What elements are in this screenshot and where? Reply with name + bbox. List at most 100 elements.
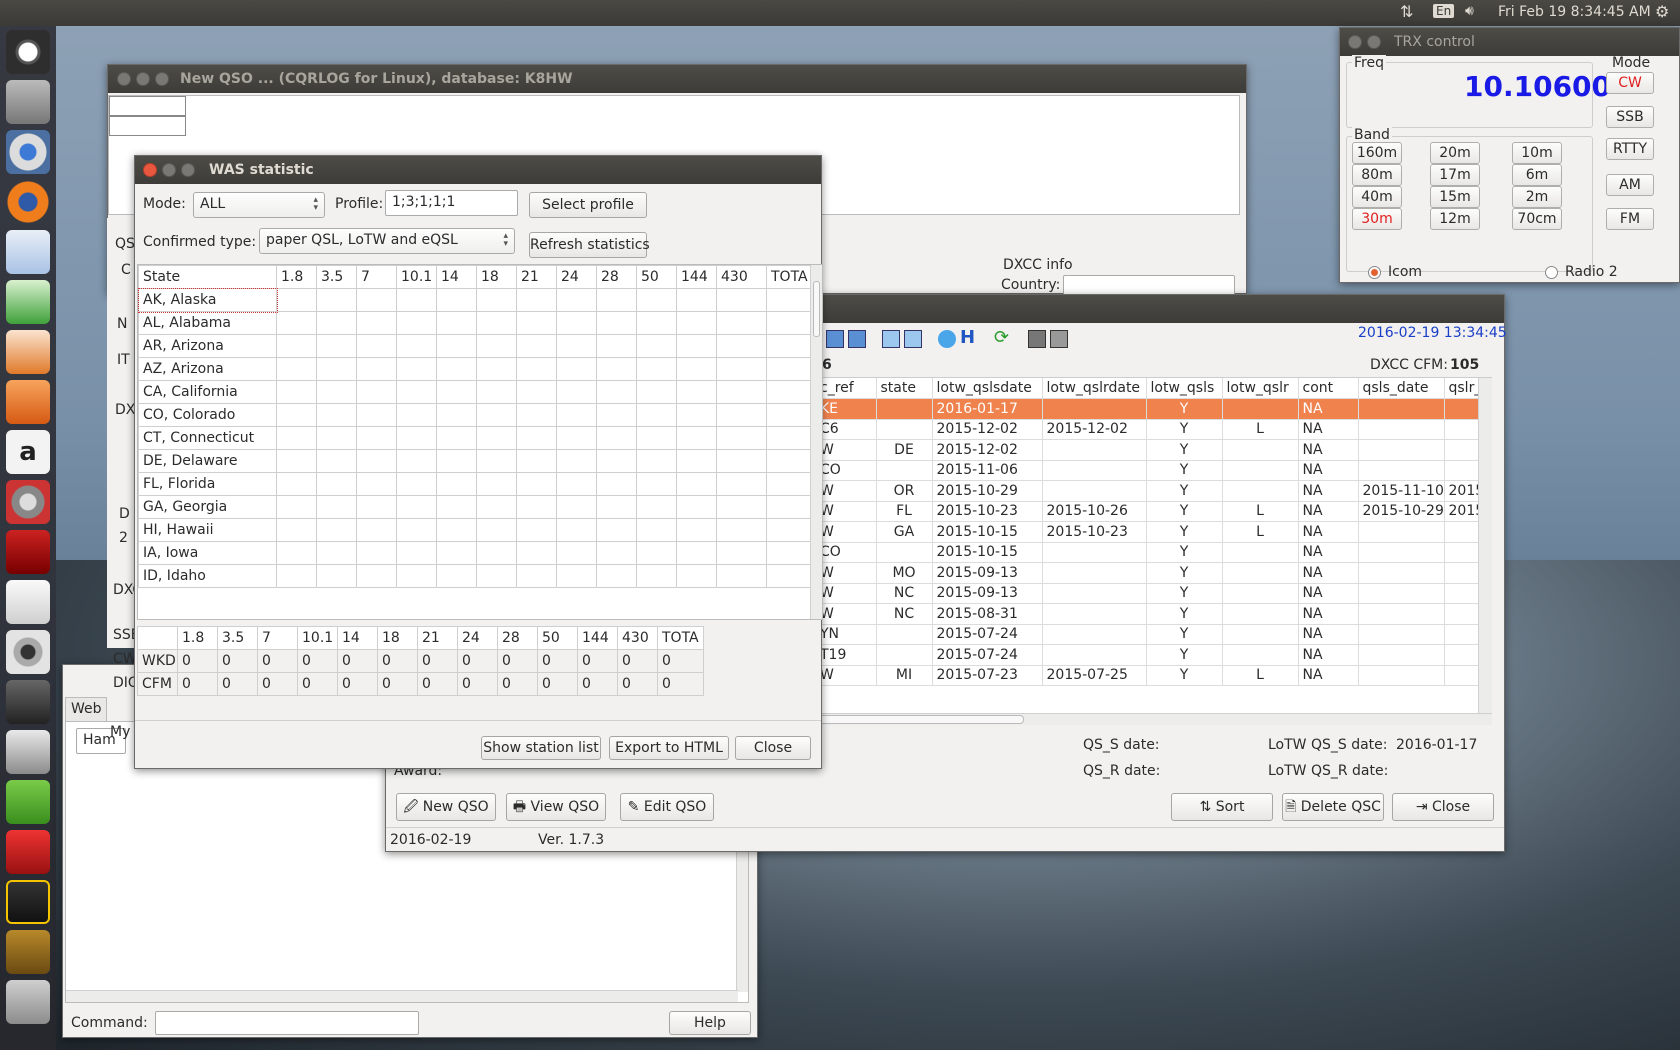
band-cell[interactable] [436, 403, 477, 427]
band-cell[interactable] [276, 357, 317, 381]
band-cell[interactable] [556, 495, 597, 519]
band-cell[interactable] [676, 288, 717, 312]
band-cell[interactable] [316, 357, 357, 381]
table-cell[interactable]: DE [876, 439, 933, 461]
table-cell[interactable]: NA [1298, 419, 1359, 440]
table-row[interactable]: IA, Iowa [138, 541, 811, 565]
band-button-30m[interactable]: 30m [1352, 208, 1402, 230]
band-cell[interactable] [436, 380, 477, 404]
table-cell[interactable]: 2016-01-17 [932, 398, 1043, 420]
table-row[interactable]: HI, Hawaii [138, 518, 811, 542]
table-cell[interactable] [876, 460, 933, 481]
table-row[interactable]: W MO 2015-09-13 Y NA [816, 562, 1492, 584]
drive-icon[interactable] [6, 980, 50, 1024]
band-cell[interactable] [516, 288, 557, 312]
maximize-icon[interactable] [181, 163, 195, 177]
table-cell[interactable]: 2015-09-13 [932, 562, 1043, 584]
band-cell[interactable] [356, 495, 397, 519]
band-cell[interactable] [276, 311, 317, 335]
table-cell[interactable]: GA [876, 521, 933, 543]
table-cell[interactable] [876, 644, 933, 666]
band-cell[interactable] [356, 472, 397, 496]
col-header-band[interactable]: 50 [636, 265, 677, 289]
band-cell[interactable] [766, 380, 811, 404]
cqrlog-icon[interactable] [6, 830, 50, 874]
band-button-12m[interactable]: 12m [1430, 208, 1480, 230]
band-cell[interactable] [716, 472, 767, 496]
band-cell[interactable] [476, 541, 517, 565]
keyboard-layout-indicator[interactable]: En [1433, 4, 1455, 18]
table-cell[interactable] [1222, 603, 1299, 625]
band-cell[interactable] [596, 288, 637, 312]
network-icon[interactable]: ⇅ [1400, 2, 1413, 21]
table-cell[interactable]: KE [816, 398, 877, 420]
impress-icon[interactable] [6, 330, 50, 374]
table-row[interactable]: CA, California [138, 380, 811, 404]
system-settings-icon[interactable] [6, 480, 50, 524]
band-cell[interactable] [516, 403, 557, 427]
band-cell[interactable] [596, 334, 637, 358]
band-cell[interactable] [596, 495, 637, 519]
band-cell[interactable] [636, 357, 677, 381]
band-cell[interactable] [396, 564, 437, 588]
band-cell[interactable] [436, 518, 477, 542]
col-header-c-ref[interactable]: c_ref [816, 378, 877, 399]
band-cell[interactable] [556, 541, 597, 565]
band-cell[interactable] [436, 357, 477, 381]
band-cell[interactable] [596, 541, 637, 565]
table-cell[interactable] [1358, 460, 1445, 481]
radio-2[interactable]: Radio 2 [1545, 264, 1665, 282]
mode-button-rtty[interactable]: RTTY [1606, 138, 1654, 160]
band-cell[interactable] [396, 472, 437, 496]
band-cell[interactable] [356, 426, 397, 450]
state-cell[interactable]: CT, Connecticut [138, 426, 277, 450]
band-cell[interactable] [436, 449, 477, 473]
band-cell[interactable] [316, 288, 357, 312]
table-cell[interactable]: CO [816, 542, 877, 563]
table-cell[interactable]: NA [1298, 603, 1359, 625]
band-cell[interactable] [516, 426, 557, 450]
toolbar-icon[interactable] [848, 330, 866, 348]
scanner-icon[interactable] [6, 730, 50, 774]
table-cell[interactable] [876, 419, 933, 440]
band-cell[interactable] [596, 311, 637, 335]
band-cell[interactable] [476, 564, 517, 588]
table-cell[interactable] [1042, 460, 1147, 481]
state-cell[interactable]: AK, Alaska [138, 287, 278, 313]
band-cell[interactable] [276, 564, 317, 588]
files-icon[interactable] [6, 80, 50, 124]
band-cell[interactable] [516, 311, 557, 335]
table-cell[interactable] [1042, 603, 1147, 625]
state-cell[interactable]: IA, Iowa [138, 541, 277, 565]
band-cell[interactable] [716, 288, 767, 312]
band-cell[interactable] [636, 311, 677, 335]
refresh-statistics-button[interactable]: Refresh statistics [529, 232, 650, 258]
table-cell[interactable] [1222, 460, 1299, 481]
refresh-icon[interactable]: ⟳ [994, 327, 1009, 348]
table-cell[interactable]: 2015-10-15 [932, 521, 1043, 543]
minimize-icon[interactable] [136, 72, 150, 86]
band-cell[interactable] [636, 564, 677, 588]
table-row[interactable]: C6 2015-12-02 2015-12-02 Y L NA [816, 419, 1492, 440]
table-row[interactable]: W GA 2015-10-15 2015-10-23 Y L NA [816, 521, 1492, 543]
band-cell[interactable] [436, 495, 477, 519]
band-cell[interactable] [316, 495, 357, 519]
table-cell[interactable]: L [1222, 665, 1299, 686]
band-cell[interactable] [356, 518, 397, 542]
table-cell[interactable]: 2015-10-29 [932, 480, 1043, 502]
band-cell[interactable] [716, 495, 767, 519]
table-cell[interactable] [1222, 562, 1299, 584]
table-cell[interactable]: Y [1146, 583, 1223, 604]
camera-icon[interactable] [6, 630, 50, 674]
close-icon[interactable] [117, 72, 131, 86]
col-header-lotw-qslr[interactable]: lotw_qslr [1222, 378, 1299, 399]
band-cell[interactable] [356, 541, 397, 565]
table-cell[interactable] [1042, 542, 1147, 563]
table-row[interactable]: ID, Idaho [138, 564, 811, 588]
mode-select[interactable]: ALL ▴ ▾ [193, 192, 325, 218]
col-header-band[interactable]: 24 [556, 265, 597, 289]
minimize-icon[interactable] [162, 163, 176, 177]
toolbar-icon[interactable] [826, 330, 844, 348]
table-cell[interactable]: 2015-12-02 [932, 439, 1043, 461]
table-cell[interactable]: NA [1298, 501, 1359, 522]
